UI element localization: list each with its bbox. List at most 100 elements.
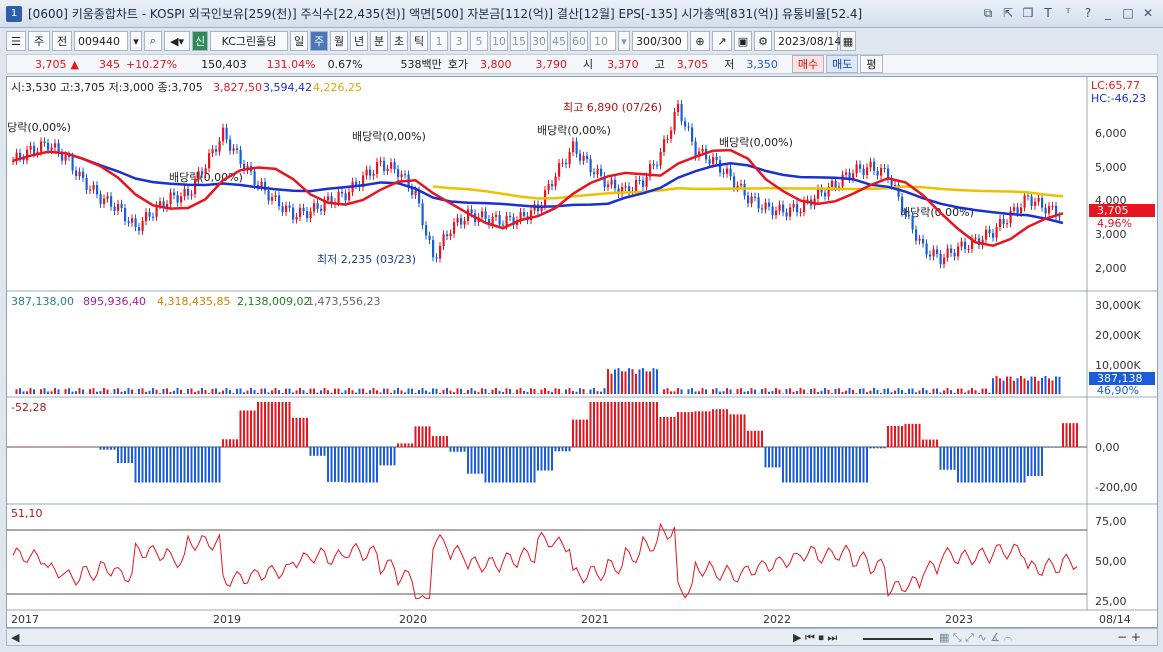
chart-area[interactable]: 시:3,530 고:3,705 저:3,000 종:3,705 3,827,50… [6,76,1158,628]
svg-text:▦ ⤡ ⤢ ∿ ∡ ⌒: ▦ ⤡ ⤢ ∿ ∡ ⌒ [939,631,1013,644]
interval-10[interactable]: 10 [490,31,508,51]
macd-bar [372,447,375,483]
interval-15[interactable]: 15 [510,31,528,51]
macd-bar [257,402,259,448]
horizontal-scrollbar[interactable]: ◀ ▶ ⏮ ⏹ ⏭ ▦ ⤡ ⤢ ∿ ∡ ⌒ − + [6,628,1158,646]
volume-bar [551,391,553,394]
macd-bar [201,447,203,483]
link-icon[interactable]: ⧉ [981,5,995,21]
tab-minute[interactable]: 분 [370,31,388,51]
candle-body [950,248,953,253]
pin-icon[interactable]: ⇱ [1001,5,1015,21]
macd-bar [299,417,301,448]
macd-bar [379,447,382,466]
macd-bar [939,447,942,470]
volume-bar [481,388,483,394]
volume-bar [929,392,931,394]
volume-bar [652,368,655,394]
tab-week[interactable]: 주 [310,31,328,51]
macd-bar [425,426,427,448]
candle-body [1002,219,1005,225]
candle-body [295,217,298,220]
macd-bar [33,447,35,448]
chart-svg[interactable]: 시:3,530 고:3,705 저:3,000 종:3,705 3,827,50… [7,77,1157,627]
price-ytick: 5,000 [1095,161,1127,174]
candle-body [624,186,627,188]
volume-ma4-text: 1,473,556,23 [307,295,380,308]
volume-bar [834,388,837,394]
macd-bar [285,402,287,448]
sell-button[interactable]: 매도 [826,55,859,73]
macd-bar [617,402,620,448]
macd-bar [400,443,403,448]
settings-icon[interactable]: ☰ [6,31,26,51]
volume-bar [719,391,721,394]
tab-second[interactable]: 초 [390,31,408,51]
macd-bar [316,447,319,456]
macd-bar [222,439,224,448]
gear-icon[interactable]: ⚙ [754,31,772,51]
volume-bar [232,393,235,394]
volume-bar [999,378,1001,394]
save-icon[interactable]: ▣ [734,31,752,51]
macd-bar [131,447,133,463]
indicator-icon[interactable]: ⊕ [690,31,710,51]
macd-bar [348,447,350,483]
interval-input[interactable]: 10 [590,31,616,51]
stock-name[interactable]: KC그린홀딩 [210,31,288,51]
interval-30[interactable]: 30 [530,31,548,51]
close-icon[interactable]: ✕ [1141,5,1155,21]
candle-body [715,156,718,161]
tab-month[interactable]: 월 [330,31,348,51]
volume-bar [631,369,634,394]
search-icon[interactable]: ⌕ [144,31,162,51]
code-input[interactable]: 009440 [74,31,128,51]
interval-45[interactable]: 45 [550,31,568,51]
macd-bar [477,447,480,474]
macd-bar [771,447,774,468]
speaker-icon[interactable]: ◀▾ [164,31,190,51]
volume-bar [495,388,497,394]
candle-body [89,189,92,191]
candle-body [1020,207,1023,213]
eval-button[interactable]: 평 [860,55,883,73]
tab-day[interactable]: 일 [290,31,308,51]
minimize-icon[interactable]: _ [1101,5,1115,21]
count-input[interactable]: 300/300 [632,31,688,51]
interval-60[interactable]: 60 [570,31,588,51]
interval-dropdown-icon[interactable]: ▾ [618,31,630,51]
macd-bar [736,414,739,448]
volume-bar [155,389,158,394]
prev-button[interactable]: 전 [52,31,72,51]
period-short-select[interactable]: 주 [28,31,50,51]
calendar-icon[interactable]: ▦ [840,31,856,51]
date-input[interactable]: 2023/08/14 [774,31,841,51]
buy-button[interactable]: 매수 [791,55,825,73]
tab-year[interactable]: 년 [350,31,368,51]
macd-bar [796,447,798,483]
interval-1[interactable]: 1 [430,31,448,51]
candle-body [953,252,956,257]
interval-5[interactable]: 5 [470,31,488,51]
draw-icon[interactable]: ↗ [712,31,732,51]
volume-bar [992,378,994,394]
volume-bar [887,388,889,394]
volume-bar [729,389,732,394]
tab-tick[interactable]: 틱 [410,31,428,51]
macd-bar [747,430,749,448]
macd-bar [509,447,511,483]
macd-bar [666,417,669,448]
interval-3[interactable]: 3 [450,31,468,51]
help-icon[interactable]: ? [1081,5,1095,21]
macd-bar [586,419,588,448]
code-dropdown-icon[interactable]: ▾ [130,31,142,51]
text-large-icon[interactable]: T [1041,5,1055,21]
maximize-icon[interactable]: □ [1121,5,1135,21]
macd-bar [68,447,70,448]
text-small-icon[interactable]: ᵀ [1061,5,1075,21]
macd-bar [890,425,893,448]
macd-bar [526,447,529,483]
volume-bar [687,389,690,394]
candle-body [400,174,403,177]
restore-icon[interactable]: ❐ [1021,5,1035,21]
